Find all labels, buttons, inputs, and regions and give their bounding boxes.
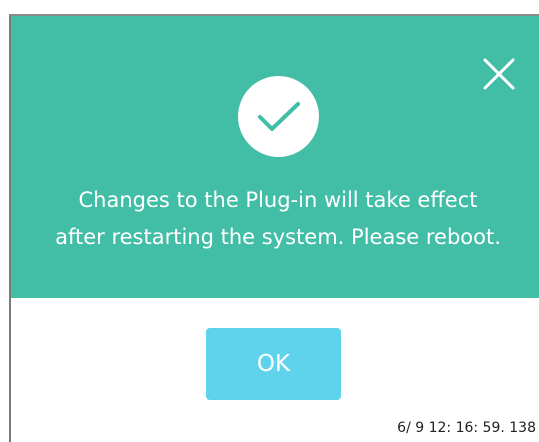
timestamp: 6/ 9 12: 16: 59. 138 — [397, 420, 536, 436]
success-badge — [238, 76, 319, 157]
message-line-1: Changes to the Plug-in will take effect — [78, 188, 478, 212]
plugin-restart-dialog: Changes to the Plug-in will take effect … — [0, 0, 539, 442]
checkmark-icon — [258, 102, 300, 131]
close-icon — [483, 58, 515, 90]
message-line-2: after restarting the system. Please rebo… — [55, 225, 501, 249]
ok-button[interactable]: OK — [206, 328, 341, 400]
restart-message: Changes to the Plug-in will take effect … — [30, 182, 526, 256]
left-margin — [0, 0, 9, 442]
close-button[interactable] — [481, 56, 517, 92]
